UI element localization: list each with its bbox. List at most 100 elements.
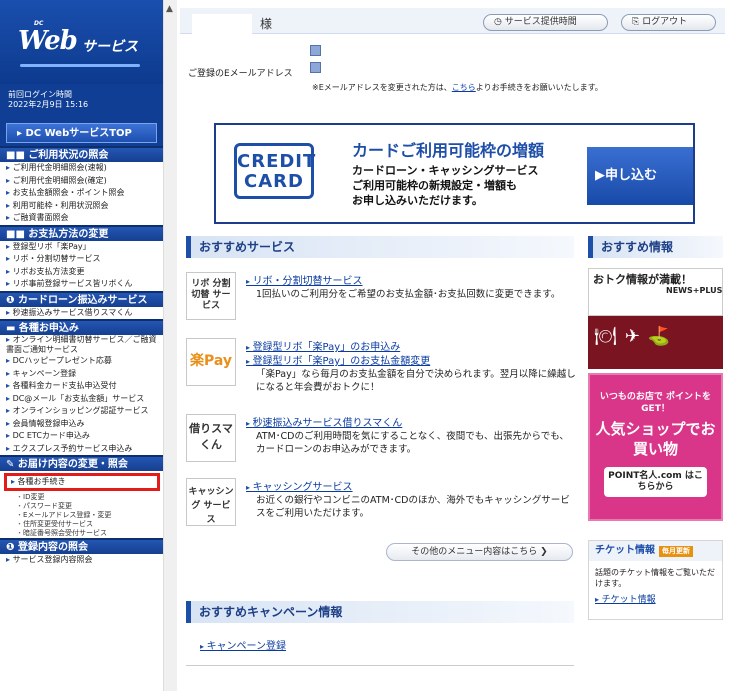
news-plus-title: おトク情報が満載！ [593, 273, 692, 286]
sidebar-item-usage-preliminary[interactable]: ご利用代金明細照会(速報) [0, 162, 163, 175]
sidebar-item-procedures[interactable]: 各種お手続き [4, 473, 160, 491]
logout-icon: ⎘ [632, 17, 643, 27]
section-head-usage: ■■ ご利用状況の照会 [0, 146, 163, 162]
sidebar-item-express-reservation[interactable]: エクスプレス予約サービス申込み [0, 443, 163, 456]
point-ad-line-3: POINT名人.com はこちらから [604, 467, 707, 497]
menu-registration-inquiry: ❶ 登録内容の照会 サービス登録内容照会 [0, 538, 163, 567]
cashing-link[interactable]: キャッシングサービス [246, 478, 353, 493]
dc-web-service-logo[interactable]: DC Web サービス [0, 0, 163, 84]
news-plus-sub: NEWS+PLUS [666, 286, 723, 295]
logout-label: ログアウト [642, 17, 688, 27]
point-meijin-ad[interactable]: いつものお店で ポイントをGET！ 人気ショップでお買い物 POINT名人.co… [588, 373, 723, 521]
email-change-link[interactable]: こちら [452, 83, 476, 92]
credit-card-icon: CREDIT CARD [234, 143, 317, 199]
sidebar: DC Web サービス 前回ログイン時間 2022年2月9日 15:16 ▸ D… [0, 0, 163, 691]
campaign-register-link[interactable]: キャンペーン登録 [200, 637, 287, 652]
sidebar-item-available-limit[interactable]: 利用可能枠・利用状況照会 [0, 200, 163, 213]
sidebar-item-revo-switch[interactable]: リボ・分割切替サービス [0, 253, 163, 266]
sidebar-sub-id-change[interactable]: ID変更 [0, 493, 163, 502]
section-head-payment: ■■ お支払方法の変更 [0, 224, 163, 241]
divider [186, 665, 574, 666]
sidebar-item-usage-confirmed[interactable]: ご利用代金明細照会(確定) [0, 175, 163, 188]
logo-swoosh [20, 64, 140, 67]
user-name-box [192, 14, 252, 36]
news-plus-ad[interactable]: おトク情報が満載！ NEWS+PLUS 🍽✈⛳ [588, 268, 723, 369]
banner-line-1: カードローン・キャッシングサービス [352, 164, 539, 177]
email-address-images [310, 45, 321, 79]
sidebar-sub-address-change[interactable]: 住所変更受付サービス [0, 520, 163, 529]
banner-line-3: お申し込みいただけます。 [352, 194, 483, 207]
revo-switch-description: 1回払いのご利用分をご希望のお支払金額･お支払回数に変更できます。 [256, 289, 561, 300]
sidebar-item-member-info[interactable]: 会員情報登録申込み [0, 418, 163, 431]
sidebar-item-loan-documents[interactable]: ご融資書面照会 [0, 212, 163, 225]
sidebar-sub-password-change[interactable]: パスワード変更 [0, 502, 163, 511]
menu-notification-change: ✎ お届け内容の変更・照会 各種お手続き ID変更 パスワード変更 Eメールアド… [0, 455, 163, 538]
dining-travel-golf-icon: 🍽✈⛳ [594, 326, 679, 347]
rakupay-change-link[interactable]: 登録型リボ「楽Pay」のお支払金額変更 [246, 352, 431, 367]
dc-web-top-button[interactable]: ▸ DC WebサービスTOP [0, 120, 163, 146]
ticket-info-link[interactable]: チケット情報 [589, 589, 722, 608]
ticket-heading-label: チケット情報 [595, 545, 655, 556]
apply-button[interactable]: ▶申し込む [587, 147, 693, 205]
sidebar-item-etc-card[interactable]: DC ETCカード申込み [0, 430, 163, 443]
banner-title: カードご利用可能枠の増額 [352, 141, 545, 160]
last-login-label: 前回ログイン時間 [8, 90, 72, 99]
scroll-up-icon[interactable]: ▲ [166, 4, 173, 14]
menu-applications: ▬ 各種お申込み オンライン明細書切替サービス／ご融資書面ご通知サービス DCハ… [0, 319, 163, 455]
logout-button[interactable]: ⎘ ログアウト [621, 14, 716, 31]
credit-text: CREDIT [237, 151, 317, 172]
sidebar-scrollbar[interactable]: ▲ [163, 0, 177, 691]
banner-line-2: ご利用可能枠の新規設定・増額も [352, 179, 517, 192]
rakupay-icon[interactable]: 楽Pay [186, 338, 236, 386]
section-head-card-loan: ❶ カードローン振込みサービス [0, 290, 163, 307]
sidebar-item-revo-change[interactable]: リボお支払方法変更 [0, 266, 163, 279]
menu-payment-method: ■■ お支払方法の変更 登録型リボ「楽Pay」 リボ・分割切替サービス リボお支… [0, 224, 163, 291]
section-head-notification: ✎ お届け内容の変更・照会 [0, 455, 163, 471]
sidebar-item-payment-points[interactable]: お支払金額照会・ポイント照会 [0, 187, 163, 200]
honorific-sama: 様 [260, 17, 273, 31]
email-change-note: ※Eメールアドレスを変更された方は、こちらよりお手続きをお願いいたします。 [312, 82, 603, 93]
ticket-info-heading: チケット情報 毎月更新 [589, 541, 722, 561]
ticket-info-text: 話題のチケット情報をご覧いただけます。 [595, 568, 715, 588]
email-image-icon-2 [310, 62, 321, 73]
credit-limit-banner[interactable]: CREDIT CARD カードご利用可能枠の増額 カードローン・キャッシングサー… [214, 123, 695, 224]
monthly-update-badge: 毎月更新 [659, 546, 693, 557]
sidebar-item-dc-mail[interactable]: DC@メール「お支払金額」サービス [0, 393, 163, 406]
service-time-button[interactable]: ◷ サービス提供時間 [483, 14, 608, 31]
sidebar-sub-email-change[interactable]: Eメールアドレス登録・変更 [0, 511, 163, 520]
menu-card-loan: ❶ カードローン振込みサービス 秒速振込みサービス借りスマくん [0, 290, 163, 320]
point-ad-line-1: いつものお店で ポイントをGET！ [599, 392, 712, 414]
section-head-applications: ▬ 各種お申込み [0, 319, 163, 335]
karisuma-description: ATM･CDのご利用時間を気にすることなく、夜間でも、出張先からでも、カードロー… [256, 431, 569, 455]
email-note-pre: ※Eメールアドレスを変更された方は、 [312, 83, 452, 92]
point-ad-line-2: 人気ショップでお買い物 [595, 420, 716, 458]
logo-web: Web [18, 26, 78, 56]
sidebar-item-online-shopping-auth[interactable]: オンラインショッピング認証サービス [0, 405, 163, 418]
sidebar-item-revo-preregister[interactable]: リボ事前登録サービス皆リボくん [0, 278, 163, 291]
menu-usage-inquiry: ■■ ご利用状況の照会 ご利用代金明細照会(速報) ご利用代金明細照会(確定) … [0, 146, 163, 225]
dc-web-top-label: ▸ DC WebサービスTOP [6, 123, 157, 143]
revo-switch-link[interactable]: リボ・分割切替サービス [246, 272, 363, 287]
card-text: CARD [244, 171, 304, 192]
sidebar-item-happy-present[interactable]: DCハッピープレゼント応募 [0, 355, 163, 368]
service-time-label: サービス提供時間 [504, 17, 577, 27]
rakupay-apply-link[interactable]: 登録型リボ「楽Pay」のお申込み [246, 338, 401, 353]
sidebar-item-campaign-register[interactable]: キャンペーン登録 [0, 368, 163, 381]
more-menu-button[interactable]: その他のメニュー内容はこちら ❯ [386, 543, 573, 561]
sidebar-item-online-statement[interactable]: オンライン明細書切替サービス／ご融資書面ご通知サービス [0, 335, 163, 355]
last-login-time: 2022年2月9日 15:16 [8, 100, 89, 109]
ticket-info-box: チケット情報毎月更新 話題のチケット情報をご覧いただけます。 チケット情報 [588, 540, 723, 620]
cashing-description: お近くの銀行やコンビニのATM･CDのほか、海外でもキャッシングサービスをご利用… [256, 495, 570, 519]
email-note-post: よりお手続きをお願いいたします。 [475, 83, 603, 92]
sidebar-item-bill-payment[interactable]: 各種料金カード支払申込受付 [0, 380, 163, 393]
karisuma-icon[interactable]: 借りスマくん [186, 414, 236, 462]
cashing-icon[interactable]: キャッシング サービス [186, 478, 236, 526]
revo-switch-icon[interactable]: リボ 分割 切替 サービス [186, 272, 236, 320]
recommended-campaign-heading: おすすめキャンペーン情報 [186, 601, 574, 623]
karisuma-link[interactable]: 秒速振込みサービス借りスマくん [246, 414, 403, 429]
sidebar-item-rakupay[interactable]: 登録型リボ「楽Pay」 [0, 241, 163, 254]
sidebar-item-service-registration[interactable]: サービス登録内容照会 [0, 554, 163, 567]
email-image-icon [310, 45, 321, 56]
email-label: ご登録のEメールアドレス [188, 69, 293, 79]
sidebar-sub-pin-inquiry[interactable]: 暗証番号照会受付サービス [0, 529, 163, 538]
